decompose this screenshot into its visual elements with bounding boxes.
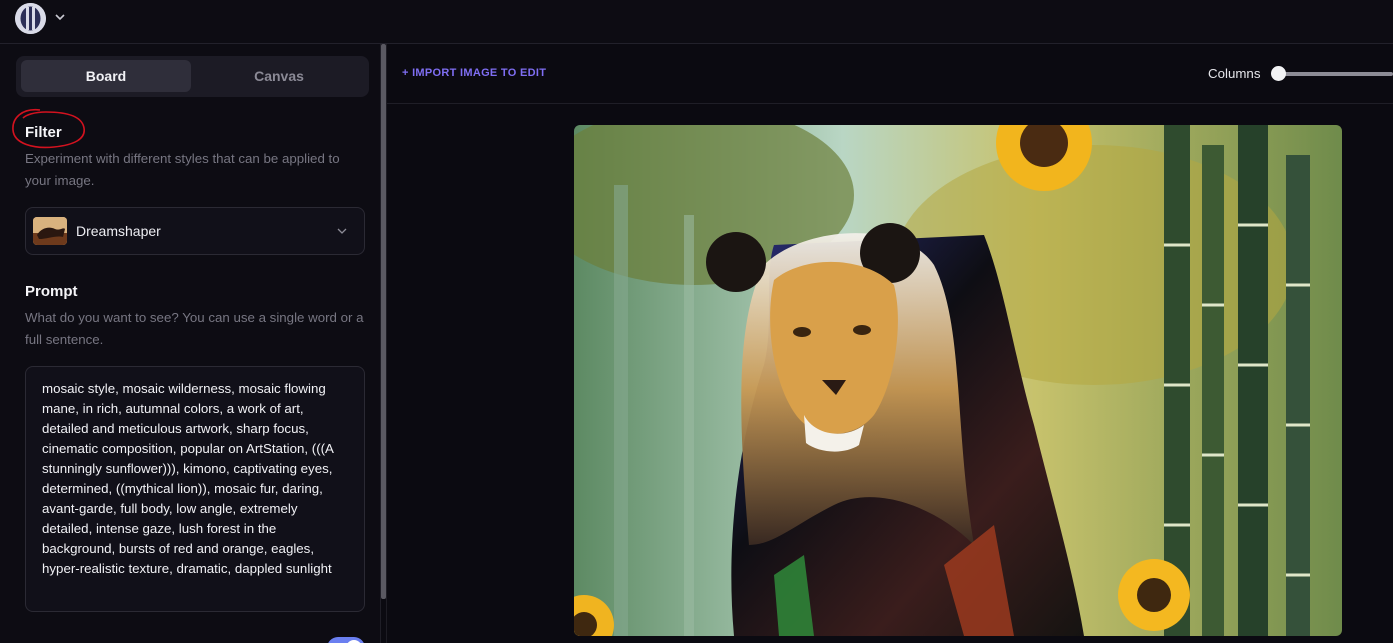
chevron-down-icon (337, 228, 347, 234)
columns-slider-thumb[interactable] (1271, 66, 1286, 81)
view-switcher: Board Canvas (16, 56, 369, 97)
columns-label: Columns (1208, 66, 1261, 81)
generated-image[interactable] (574, 125, 1342, 636)
columns-slider-track[interactable] (1277, 72, 1393, 76)
main-board: + IMPORT IMAGE TO EDIT Columns (387, 44, 1393, 643)
prompt-description: What do you want to see? You can use a s… (25, 310, 364, 347)
filter-description: Experiment with different styles that ca… (25, 151, 340, 188)
filter-select-value: Dreamshaper (76, 223, 161, 239)
tab-board[interactable]: Board (21, 60, 191, 92)
app-logo-icon[interactable] (15, 3, 46, 34)
sidebar: Board Canvas Filter Experiment with diff… (0, 44, 381, 643)
prompt-textarea[interactable]: mosaic style, mosaic wilderness, mosaic … (25, 366, 365, 612)
top-bar (0, 0, 1393, 44)
filter-select[interactable]: Dreamshaper (25, 207, 365, 255)
lion-image (574, 125, 1342, 636)
toggle-switch[interactable] (327, 637, 365, 643)
import-image-button[interactable]: + IMPORT IMAGE TO EDIT (402, 67, 546, 79)
filter-thumbnail (33, 217, 67, 245)
filter-title: Filter (25, 124, 62, 141)
sidebar-scrollbar[interactable] (381, 44, 386, 599)
tab-canvas[interactable]: Canvas (194, 60, 364, 92)
chevron-down-icon[interactable] (53, 10, 67, 24)
prompt-title: Prompt (25, 283, 78, 300)
board-toolbar: + IMPORT IMAGE TO EDIT Columns (387, 44, 1393, 104)
